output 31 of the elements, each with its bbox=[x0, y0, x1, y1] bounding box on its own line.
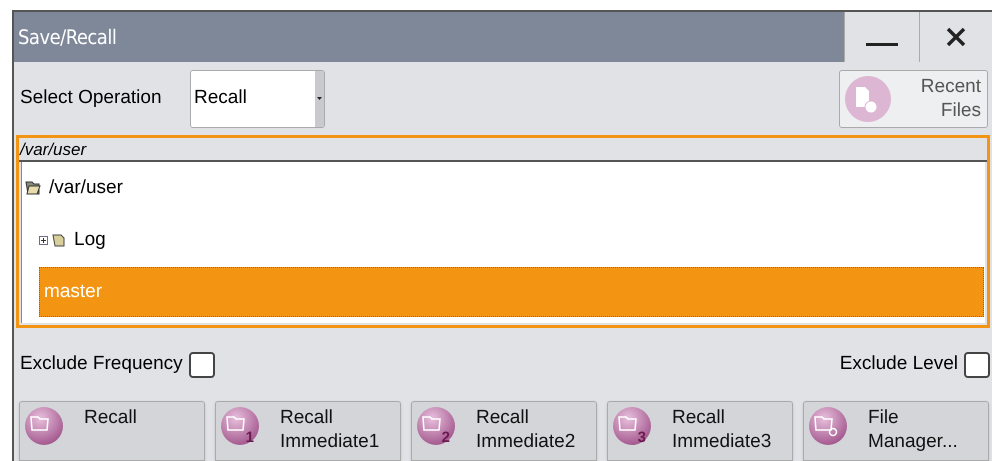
caret-icon bbox=[317, 97, 322, 100]
folder-icon bbox=[612, 406, 652, 446]
close-button[interactable] bbox=[919, 12, 992, 62]
action-button[interactable]: 1 Recall Immediate1 bbox=[215, 401, 401, 461]
folder-icon bbox=[25, 181, 41, 195]
folder-icon bbox=[52, 233, 66, 247]
window-title: Save/Recall bbox=[17, 24, 118, 51]
recent-files-button[interactable]: Recent Files bbox=[839, 70, 988, 128]
tree-item[interactable]: /var/user bbox=[49, 174, 123, 202]
folder-icon bbox=[24, 406, 64, 446]
operation-dropdown[interactable]: Recall bbox=[190, 70, 325, 128]
recent-files-icon bbox=[844, 74, 892, 122]
badge-number: 3 bbox=[638, 430, 646, 445]
minimize-button[interactable] bbox=[844, 12, 919, 62]
action-button[interactable]: File Manager... bbox=[803, 401, 989, 461]
operation-label: Select Operation bbox=[20, 86, 163, 110]
expand-icon[interactable] bbox=[39, 236, 48, 244]
folder-icon bbox=[220, 406, 260, 446]
close-icon bbox=[946, 27, 966, 47]
action-button[interactable]: Recall bbox=[19, 401, 205, 461]
folder-icon bbox=[416, 406, 456, 446]
badge-number: 1 bbox=[246, 430, 254, 445]
option-label: Exclude Frequency bbox=[20, 352, 183, 376]
folder-search-icon bbox=[808, 406, 848, 446]
badge-number: 2 bbox=[442, 430, 450, 445]
action-button[interactable]: 2 Recall Immediate2 bbox=[411, 401, 597, 461]
tree-item[interactable]: Log bbox=[74, 226, 106, 254]
checkbox[interactable] bbox=[964, 352, 990, 378]
checkbox[interactable] bbox=[188, 352, 215, 378]
option-label: Exclude Level bbox=[840, 352, 958, 376]
action-button[interactable]: 3 Recall Immediate3 bbox=[607, 401, 793, 461]
